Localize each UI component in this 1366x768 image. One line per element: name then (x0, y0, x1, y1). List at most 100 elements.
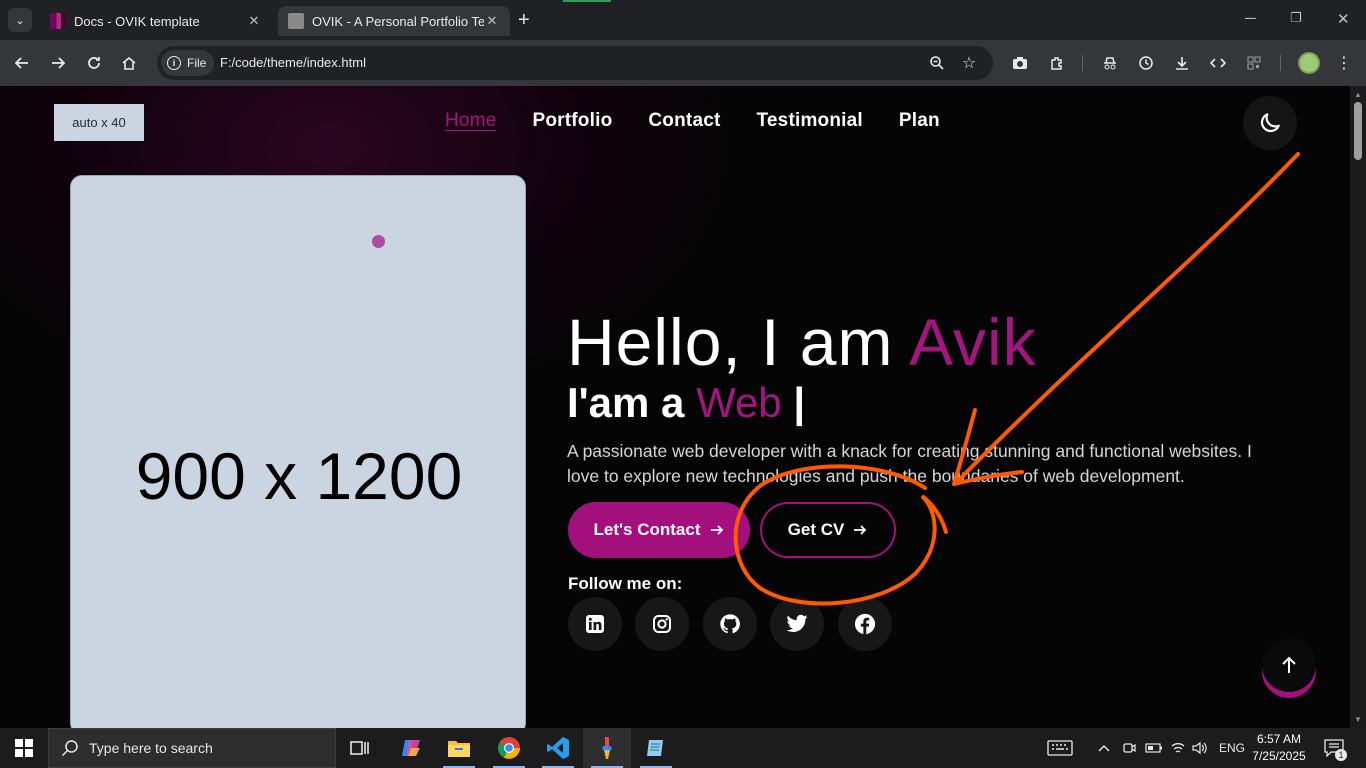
notepad-icon (647, 740, 663, 756)
contact-button-label: Let's Contact (593, 520, 701, 539)
input-language[interactable]: ENG (1219, 728, 1245, 768)
address-bar[interactable]: i File F:/code/theme/index.html ☆ (157, 46, 993, 80)
hero-name: Avik (909, 305, 1037, 379)
devtools-code-icon[interactable] (1207, 52, 1229, 74)
page-scrollbar[interactable]: ▲ ▼ (1350, 86, 1366, 728)
copilot-app[interactable] (387, 728, 435, 768)
info-icon: i (167, 56, 181, 70)
new-tab-plus-icon[interactable]: + (518, 10, 530, 30)
copilot-icon (402, 740, 420, 756)
tab-title: Docs - OVIK template (74, 13, 200, 29)
greeting-text: Hello, I am (567, 305, 910, 379)
chrome-app[interactable] (485, 728, 533, 768)
close-tab-icon[interactable]: ✕ (484, 13, 500, 29)
vscode-app[interactable] (534, 728, 582, 768)
scroll-thumb[interactable] (1354, 102, 1362, 160)
scroll-up-arrow-icon[interactable]: ▲ (1354, 90, 1362, 99)
folder-icon (448, 741, 470, 757)
notepad-app[interactable] (632, 728, 680, 768)
restore-icon[interactable]: ❐ (1290, 10, 1302, 26)
task-view-button[interactable] (336, 728, 384, 768)
show-hidden-icons-chevron-icon[interactable] (1098, 728, 1110, 768)
browser-tab-bar: ⌄ Docs - OVIK template ✕ OVIK - A Person… (0, 0, 1366, 40)
vscode-icon (547, 737, 569, 759)
volume-icon[interactable] (1192, 728, 1208, 768)
hero-image-placeholder: 900 x 1200 (70, 175, 526, 728)
facebook-icon (854, 613, 876, 635)
site-info-chip[interactable]: i File (161, 50, 215, 76)
profile-avatar[interactable] (1298, 52, 1320, 74)
linkedin-icon (586, 615, 604, 633)
more-menu-icon[interactable]: ⋮ (1333, 52, 1355, 74)
github-link[interactable] (703, 597, 757, 651)
system-clock[interactable]: 6:57 AM 7/25/2025 (1248, 731, 1310, 765)
image-size-label: 900 x 1200 (135, 439, 463, 513)
touch-keyboard-icon[interactable] (1047, 728, 1073, 768)
close-window-icon[interactable]: ✕ (1337, 10, 1350, 28)
wifi-icon[interactable] (1170, 728, 1186, 768)
notification-center-button[interactable]: 1 (1324, 728, 1347, 768)
clock-time: 6:57 AM (1256, 732, 1302, 746)
follow-label: Follow me on: (568, 574, 683, 593)
media-indicator (563, 0, 611, 2)
history-icon[interactable] (1135, 52, 1157, 74)
logo-placeholder[interactable]: auto x 40 (54, 104, 144, 141)
notification-count-badge: 1 (1335, 749, 1347, 761)
nav-plan[interactable]: Plan (899, 110, 940, 132)
start-button[interactable] (0, 728, 48, 768)
scroll-to-top-button[interactable] (1262, 638, 1316, 692)
get-cv-button[interactable]: Get CV (760, 502, 896, 558)
twitter-link[interactable] (770, 597, 824, 651)
url-text[interactable]: F:/code/theme/index.html (220, 55, 366, 70)
screenshot-camera-icon[interactable] (1009, 52, 1031, 74)
page-favicon-icon (288, 13, 304, 29)
lets-contact-button[interactable]: Let's Contact (568, 502, 750, 558)
cv-button-label: Get CV (787, 520, 845, 539)
taskbar-search[interactable]: Type here to search (48, 728, 336, 768)
hero-description: A passionate web developer with a knack … (567, 441, 1252, 486)
scroll-down-arrow-icon[interactable]: ▼ (1354, 715, 1362, 724)
nav-contact[interactable]: Contact (648, 110, 720, 132)
nav-testimonial[interactable]: Testimonial (757, 110, 863, 132)
facebook-link[interactable] (838, 597, 892, 651)
toolbar-separator (1082, 55, 1083, 71)
nav-home[interactable]: Home (445, 110, 496, 132)
tab-docs[interactable]: Docs - OVIK template ✕ (40, 6, 272, 36)
incognito-icon[interactable] (1099, 52, 1121, 74)
chrome-icon (498, 737, 520, 759)
browser-toolbar: i File F:/code/theme/index.html ☆ ⋮ (0, 40, 1366, 86)
tab-ovik-active[interactable]: OVIK - A Personal Portfolio Tem ✕ (278, 6, 510, 36)
main-nav: Home Portfolio Contact Testimonial Plan (445, 110, 940, 132)
download-icon[interactable] (1171, 52, 1193, 74)
qr-code-icon[interactable] (1243, 52, 1265, 74)
tab-search-chevron-icon[interactable]: ⌄ (8, 8, 32, 32)
extensions-icon[interactable] (1046, 52, 1068, 74)
search-icon (61, 740, 78, 757)
close-tab-icon[interactable]: ✕ (246, 13, 262, 29)
paint-app[interactable] (583, 728, 631, 768)
task-view-icon (350, 741, 369, 755)
forward-arrow-icon[interactable] (47, 52, 69, 74)
camera-tray-icon[interactable] (1122, 728, 1136, 768)
toolbar-separator (1280, 55, 1281, 71)
battery-icon[interactable] (1145, 728, 1163, 768)
zoom-icon[interactable] (926, 52, 948, 74)
minimize-icon[interactable]: ─ (1245, 10, 1256, 27)
back-arrow-icon[interactable] (11, 52, 33, 74)
twitter-icon (786, 614, 808, 632)
file-explorer-app[interactable] (435, 728, 483, 768)
ovik-favicon-icon (50, 13, 66, 29)
typed-role-line: I'am a Web | (567, 378, 805, 428)
reload-icon[interactable] (83, 52, 105, 74)
nav-portfolio[interactable]: Portfolio (532, 110, 612, 132)
home-icon[interactable] (118, 52, 140, 74)
bookmark-star-icon[interactable]: ☆ (958, 52, 980, 74)
decorative-dot (372, 235, 385, 248)
paint-brush-icon (602, 737, 612, 759)
theme-toggle-button[interactable] (1243, 96, 1297, 150)
arrow-right-icon (710, 525, 723, 535)
scheme-label: File (187, 56, 207, 70)
linkedin-link[interactable] (568, 597, 622, 651)
arrow-up-icon (1282, 656, 1296, 673)
instagram-link[interactable] (635, 597, 689, 651)
